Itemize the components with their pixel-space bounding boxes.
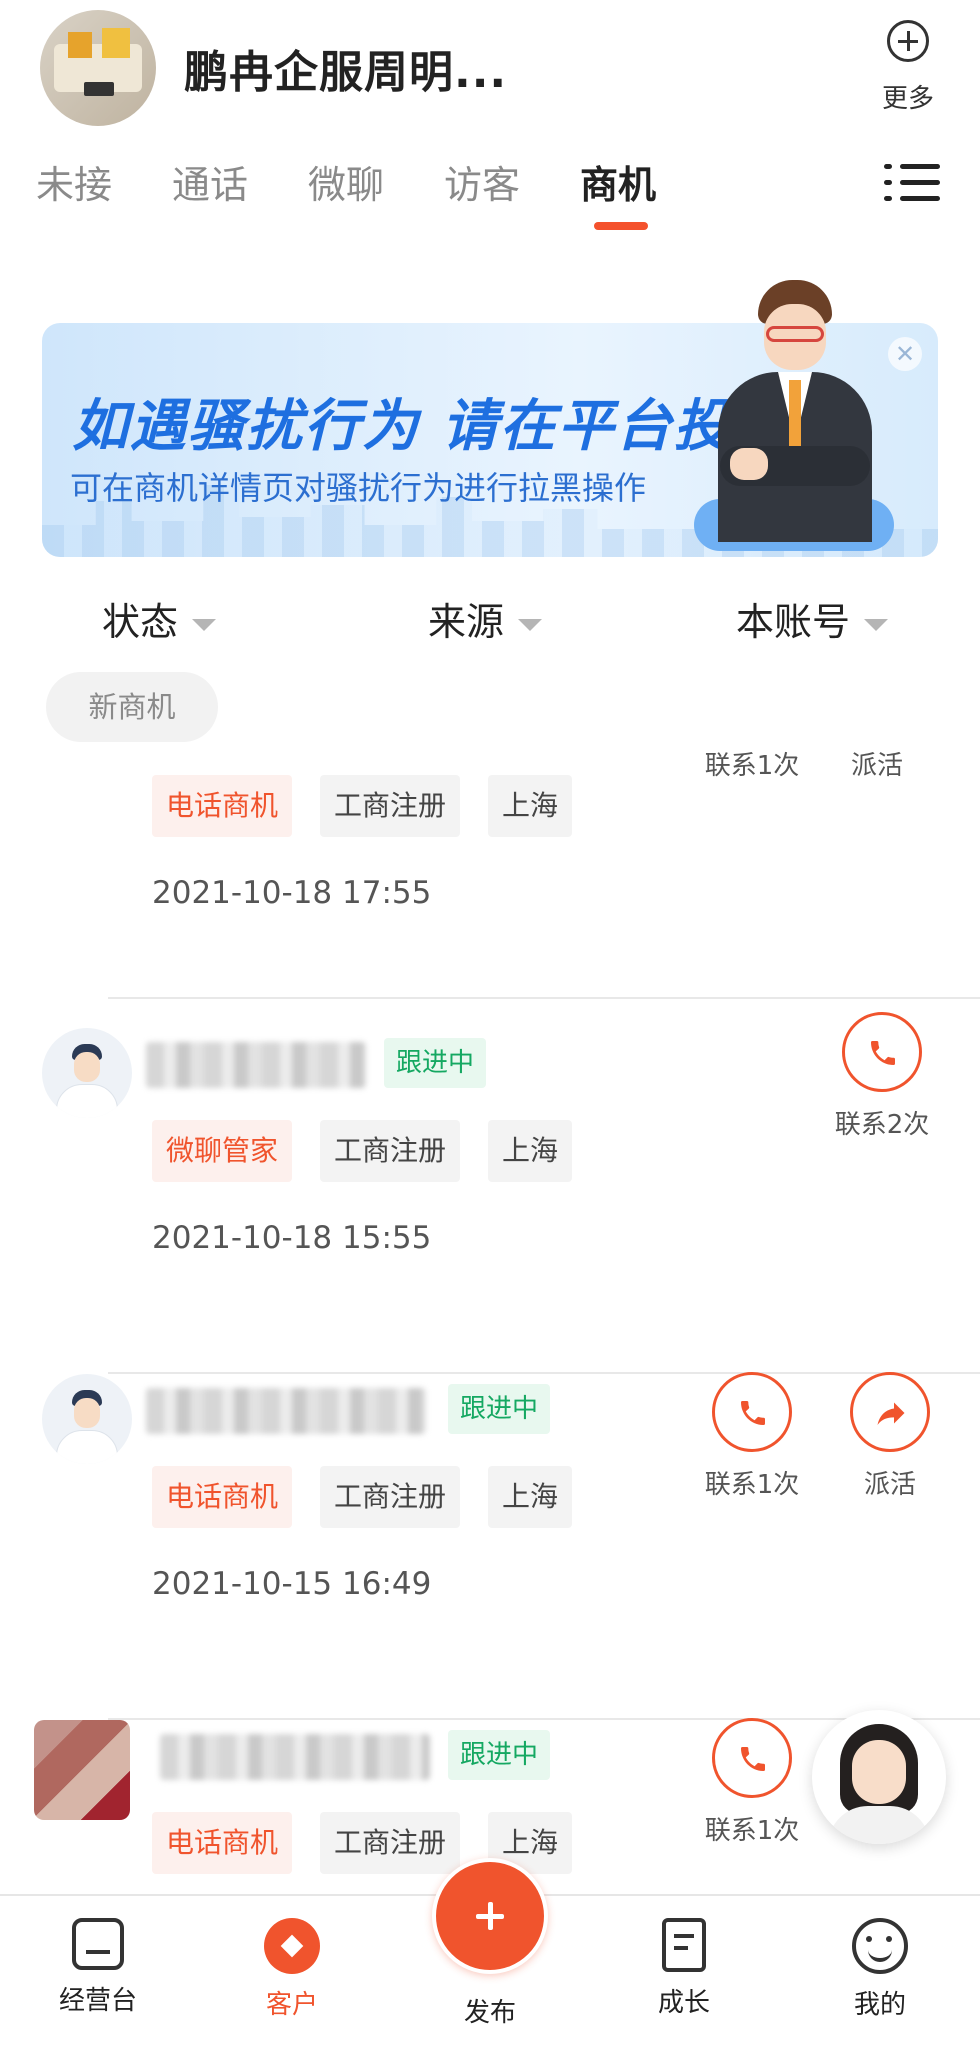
growth-icon: [662, 1918, 706, 1972]
dispatch-label: 派活: [850, 751, 903, 781]
lead-avatar: [42, 1028, 132, 1118]
dispatch-label: 派活: [863, 1470, 916, 1500]
add-circle-icon: [887, 20, 929, 62]
clients-icon: [264, 1918, 320, 1974]
lead-time: 2021-10-18 15:55: [152, 1220, 432, 1256]
lead-time: 2021-10-18 17:55: [152, 875, 432, 911]
active-tab-indicator: [594, 222, 648, 230]
tab-chat[interactable]: 微聊: [308, 154, 384, 209]
lead-card[interactable]: 跟进中 电话商机 工商注册 上海 2021-10-15 16:49 联系1次 派…: [0, 1372, 980, 1720]
lead-city-tag: 上海: [488, 775, 573, 837]
phone-icon: [712, 1718, 792, 1798]
lead-avatar: [42, 1374, 132, 1464]
nav-workbench[interactable]: 经营台: [38, 1918, 158, 2017]
banner-subtitle: 可在商机详情页对骚扰行为进行拉黑操作: [70, 469, 647, 507]
avatar-sign-shape: [84, 82, 114, 96]
call-button[interactable]: 联系1次: [697, 1372, 807, 1501]
shop-name[interactable]: 鹏冉企服周明...: [184, 36, 507, 100]
nav-publish-label: 发布: [463, 1998, 516, 2028]
nav-growth[interactable]: 成长: [624, 1918, 744, 2019]
dispatch-button[interactable]: 派活: [822, 745, 932, 782]
lead-service-tag: 工商注册: [320, 1466, 461, 1528]
app-screen: 鹏冉企服周明... 更多 未接 通话 微聊 访客 商机 如遇骚扰行为 请在平台投…: [0, 0, 980, 2050]
filter-source[interactable]: 来源: [428, 591, 543, 646]
status-badge: 跟进中: [448, 1730, 551, 1780]
header: 鹏冉企服周明... 更多: [0, 0, 980, 140]
new-lead-chip[interactable]: 新商机: [46, 672, 218, 742]
lead-service-tag: 工商注册: [320, 775, 461, 837]
call-button[interactable]: 联系2次: [827, 1012, 937, 1141]
status-badge: 跟进中: [384, 1038, 487, 1088]
call-count-label: 联系2次: [834, 1110, 930, 1140]
filter-account-label: 本账号: [736, 600, 851, 644]
publish-plus-icon[interactable]: [432, 1858, 548, 1974]
lead-avatar: [34, 1720, 130, 1820]
lead-time: 2021-10-15 16:49: [152, 1566, 432, 1602]
lead-source-tag: 电话商机: [152, 1812, 293, 1874]
tab-missed[interactable]: 未接: [36, 154, 112, 209]
banner-title: 如遇骚扰行为 请在平台投诉: [72, 394, 790, 459]
nav-me-label: 我的: [853, 1990, 906, 2020]
tab-visitors[interactable]: 访客: [444, 154, 520, 209]
close-icon[interactable]: ✕: [888, 337, 922, 371]
menu-list-icon[interactable]: [884, 160, 940, 206]
avatar-house-shape: [68, 32, 92, 58]
nav-workbench-label: 经营台: [58, 1986, 137, 2016]
call-count-label: 联系1次: [704, 751, 800, 781]
filter-status[interactable]: 状态: [102, 591, 217, 646]
lead-source-tag: 电话商机: [152, 775, 293, 837]
nav-me[interactable]: 我的: [820, 1918, 940, 2021]
caret-down-icon: [192, 618, 217, 631]
lead-name-redacted: [146, 1388, 426, 1434]
status-badge: 跟进中: [448, 1384, 551, 1434]
lead-list[interactable]: 电话商机 工商注册 上海 2021-10-18 17:55 联系1次 派活 跟进…: [0, 745, 980, 1895]
lead-name-redacted: [160, 1734, 430, 1780]
tab-leads[interactable]: 商机: [580, 154, 656, 209]
lead-service-tag: 工商注册: [320, 1120, 461, 1182]
divider: [108, 997, 980, 999]
tab-calls[interactable]: 通话: [172, 154, 248, 209]
customer-service-avatar[interactable]: [812, 1710, 946, 1844]
call-button[interactable]: 联系1次: [697, 1718, 807, 1847]
lead-name-redacted: [146, 1042, 366, 1088]
filter-source-label: 来源: [428, 600, 505, 644]
filter-bar: 状态 来源 本账号: [0, 585, 980, 655]
caret-down-icon: [864, 618, 889, 631]
tab-bar: 未接 通话 微聊 访客 商机: [0, 150, 980, 240]
lead-city-tag: 上海: [488, 1120, 573, 1182]
call-count-label: 联系1次: [704, 1470, 800, 1500]
more-label: 更多: [881, 84, 934, 114]
lead-service-tag: 工商注册: [320, 1812, 461, 1874]
agent-illustration: [700, 276, 890, 556]
more-button[interactable]: 更多: [876, 18, 940, 128]
call-button[interactable]: 联系1次: [697, 745, 807, 782]
nav-growth-label: 成长: [657, 1988, 710, 2018]
nav-clients-label: 客户: [265, 1990, 318, 2020]
lead-source-tag: 微聊管家: [152, 1120, 293, 1182]
nav-clients[interactable]: 客户: [232, 1918, 352, 2021]
dispatch-button[interactable]: 派活: [835, 1372, 945, 1501]
caret-down-icon: [518, 618, 543, 631]
phone-icon: [712, 1372, 792, 1452]
share-arrow-icon: [850, 1372, 930, 1452]
workbench-icon: [72, 1918, 124, 1970]
phone-icon: [842, 1012, 922, 1092]
call-count-label: 联系1次: [704, 1816, 800, 1846]
smiley-icon: [852, 1918, 908, 1974]
lead-card[interactable]: 电话商机 工商注册 上海 2021-10-18 17:55 联系1次 派活: [0, 745, 980, 999]
filter-status-label: 状态: [102, 600, 179, 644]
shop-avatar[interactable]: [40, 10, 156, 126]
lead-city-tag: 上海: [488, 1466, 573, 1528]
filter-account[interactable]: 本账号: [736, 591, 889, 646]
lead-source-tag: 电话商机: [152, 1466, 293, 1528]
avatar-house-shape: [102, 28, 130, 58]
lead-card[interactable]: 跟进中 微聊管家 工商注册 上海 2021-10-18 15:55 联系2次: [0, 1012, 980, 1374]
